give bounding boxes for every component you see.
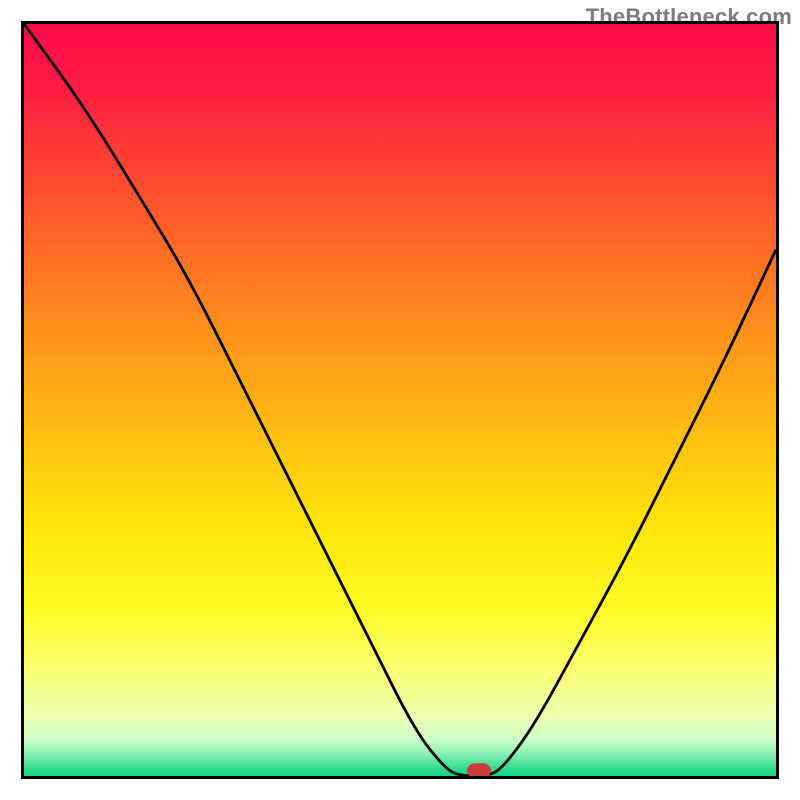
chart-svg: [24, 24, 776, 776]
optimal-marker: [467, 763, 491, 776]
gradient-fill: [24, 24, 776, 776]
bottleneck-chart: [21, 21, 779, 779]
